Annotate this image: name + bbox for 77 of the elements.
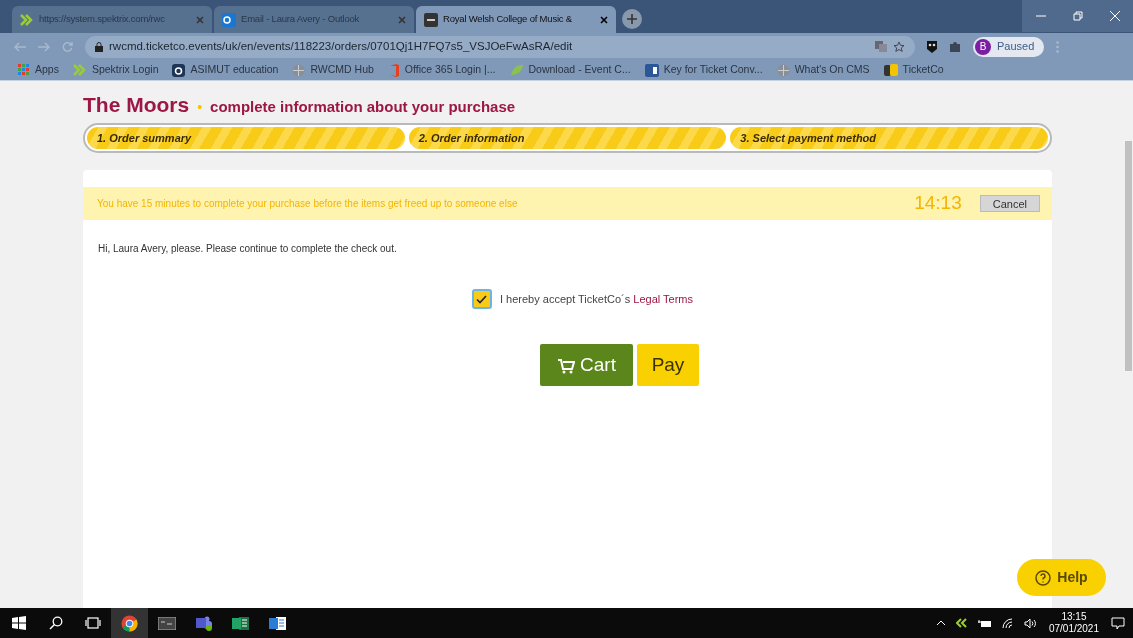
- wifi-icon[interactable]: [1001, 617, 1014, 629]
- star-icon[interactable]: [893, 40, 905, 53]
- bookmark-item[interactable]: RWCMD Hub: [292, 62, 374, 78]
- windows-icon: [11, 616, 26, 630]
- grid-icon: [18, 64, 30, 76]
- puzzle-icon[interactable]: [949, 40, 961, 53]
- scrollbar-thumb[interactable]: [1125, 141, 1132, 371]
- profile-button[interactable]: B Paused: [973, 36, 1045, 57]
- bookmark-item[interactable]: TicketCo: [883, 62, 944, 78]
- page-subtitle: complete information about your purchase: [210, 97, 516, 117]
- event-title: The Moors: [83, 92, 190, 118]
- bookmark-item[interactable]: Office 365 Login |...: [387, 62, 496, 78]
- help-button[interactable]: Help: [1017, 559, 1106, 596]
- globe-icon: [776, 63, 790, 77]
- new-tab-button[interactable]: [622, 9, 642, 29]
- chevron-up-icon[interactable]: [935, 620, 946, 626]
- countdown-timer: 14:13: [914, 191, 962, 216]
- terminal-icon: [157, 616, 176, 630]
- notification-icon[interactable]: [1111, 616, 1125, 630]
- clock-time: 13:15: [1061, 611, 1087, 623]
- word-icon: [644, 63, 659, 77]
- terms-checkbox[interactable]: [472, 289, 492, 309]
- bookmark-item[interactable]: Apps: [18, 62, 59, 78]
- step-pill: 2. Order information: [408, 127, 727, 149]
- speaker-icon[interactable]: [1023, 617, 1037, 629]
- owl-icon[interactable]: [927, 40, 937, 53]
- terms-text: I hereby accept TicketCo´s: [500, 292, 631, 305]
- square-icon: [172, 63, 186, 77]
- cart-icon: [557, 356, 576, 374]
- excel-icon: [231, 615, 250, 631]
- battery-icon[interactable]: [977, 618, 992, 628]
- tab-title: Email - Laura Avery - Outlook: [241, 12, 361, 27]
- close-icon: [1109, 11, 1120, 21]
- bookmark-item[interactable]: Spektrix Login: [72, 62, 159, 78]
- restore-icon: [1072, 11, 1083, 21]
- checkmark-icon: [476, 294, 488, 304]
- browser-tab[interactable]: Email - Laura Avery - Outlook: [214, 6, 414, 33]
- bookmark-item[interactable]: Download - Event C...: [509, 62, 631, 78]
- chrome-taskbar-button[interactable]: [111, 608, 148, 638]
- task-view-icon: [84, 617, 101, 629]
- chevrons-icon: [20, 13, 34, 26]
- page-icon: [424, 12, 438, 27]
- lock-icon: [95, 41, 103, 52]
- bookmark-item[interactable]: What's On CMS: [776, 62, 870, 78]
- leaf-icon: [509, 64, 524, 76]
- bookmark-item[interactable]: ASIMUT education: [172, 62, 279, 78]
- help-icon: [1035, 569, 1052, 586]
- browser-tab[interactable]: https://system.spektrix.com/rwc: [12, 6, 212, 33]
- pay-button[interactable]: Pay: [637, 344, 699, 386]
- address-bar[interactable]: rwcmd.ticketco.events/uk/en/events/118223/orders/0701Qj1H7FQ7s5_VSJOeFwAsRA/edit: [85, 35, 915, 58]
- chevrons-icon[interactable]: [955, 618, 968, 628]
- cart-button[interactable]: Cart: [540, 344, 633, 386]
- plus-icon: [627, 14, 637, 24]
- teams-icon: [194, 615, 213, 631]
- url-text: rwcmd.ticketco.events/uk/en/events/118223/orders/0701Qj1H7FQ7s5_VSJOeFwAsRA/edit: [109, 38, 574, 54]
- tab-title: Royal Welsh College of Music &: [443, 12, 573, 27]
- title-bullet: •: [197, 98, 203, 117]
- browser-tab[interactable]: Royal Welsh College of Music &: [416, 6, 616, 33]
- word-icon: [268, 615, 287, 631]
- close-icon[interactable]: [600, 15, 608, 24]
- chevrons-icon: [72, 64, 87, 76]
- mail-icon: [222, 12, 236, 27]
- legal-terms-link[interactable]: Legal Terms: [633, 292, 693, 305]
- cancel-button[interactable]: Cancel: [979, 195, 1040, 212]
- tab-title: https://system.spektrix.com/rwc: [39, 12, 166, 27]
- profile-status: Paused: [997, 39, 1035, 55]
- step-pill: 3. Select payment method: [730, 127, 1048, 149]
- greeting-text: Hi, Laura Avery, please. Please continue to complete the check out.: [97, 242, 398, 256]
- clock[interactable]: 13:15 07/01/2021: [1046, 611, 1101, 635]
- search-icon: [48, 616, 63, 630]
- chrome-icon: [121, 614, 138, 632]
- globe-icon: [292, 63, 306, 77]
- avatar-initial: B: [975, 38, 991, 55]
- bookmark-item[interactable]: Key for Ticket Conv...: [644, 62, 763, 78]
- step-pill: 1. Order summary: [87, 127, 405, 149]
- clock-date: 07/01/2021: [1048, 623, 1099, 635]
- time-limit-notice: You have 15 minutes to complete your purchase before the items get freed up to someone else: [97, 197, 519, 211]
